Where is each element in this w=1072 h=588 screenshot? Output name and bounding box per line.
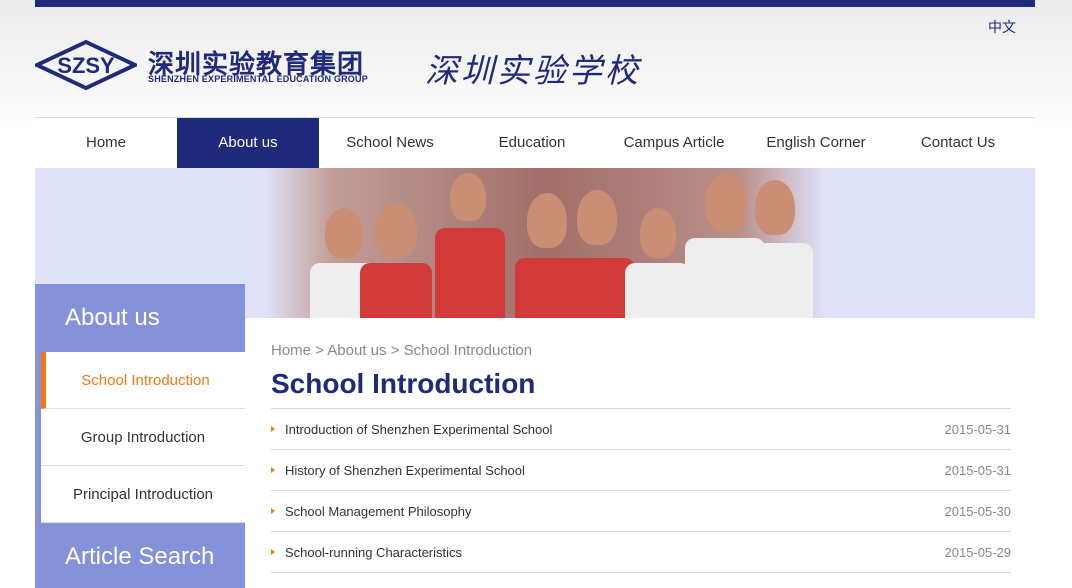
list-item[interactable]: School-running Characteristics 2015-05-2… xyxy=(271,532,1011,573)
main-navigation: Home About us School News Education Camp… xyxy=(35,117,1035,168)
sidebar-item-school-introduction[interactable]: School Introduction xyxy=(41,352,245,409)
article-date: 2015-05-31 xyxy=(944,462,1012,478)
language-switch-link[interactable]: 中文 xyxy=(988,17,1016,37)
article-search-heading: Article Search xyxy=(35,523,245,588)
nav-item-contact-us[interactable]: Contact Us xyxy=(887,118,1029,168)
breadcrumb-about-us[interactable]: About us xyxy=(327,342,386,359)
page-title: School Introduction xyxy=(271,368,536,399)
top-accent-bar xyxy=(35,0,1035,7)
article-title[interactable]: School-running Characteristics xyxy=(285,545,462,560)
sidebar-menu: School Introduction Group Introduction P… xyxy=(35,352,245,523)
list-item[interactable]: History of Shenzhen Experimental School … xyxy=(271,450,1011,491)
article-date: 2015-05-31 xyxy=(944,421,1012,437)
sidebar-item-group-introduction[interactable]: Group Introduction xyxy=(41,409,245,466)
nav-item-english-corner[interactable]: English Corner xyxy=(745,118,887,168)
list-item[interactable]: School Management Philosophy 2015-05-30 xyxy=(271,491,1011,532)
bullet-arrow-icon xyxy=(271,426,275,432)
students-photo xyxy=(265,168,825,318)
breadcrumb-separator: > xyxy=(390,342,400,359)
breadcrumb-home[interactable]: Home xyxy=(271,342,311,359)
nav-item-campus-article[interactable]: Campus Article xyxy=(603,118,745,168)
article-title[interactable]: School Management Philosophy xyxy=(285,504,471,519)
breadcrumb-separator: > xyxy=(315,342,324,359)
group-name-english: SHENZHEN EXPERIMENTAL EDUCATION GROUP xyxy=(148,74,368,84)
article-list: Introduction of Shenzhen Experimental Sc… xyxy=(271,408,1011,573)
logo-emblem-text: SZSY xyxy=(57,53,115,78)
bullet-arrow-icon xyxy=(271,549,275,555)
nav-item-school-news[interactable]: School News xyxy=(319,118,461,168)
article-title[interactable]: History of Shenzhen Experimental School xyxy=(285,463,525,478)
list-item[interactable]: Introduction of Shenzhen Experimental Sc… xyxy=(271,409,1011,450)
szsy-logo-icon[interactable]: SZSY xyxy=(35,40,137,90)
sidebar-item-principal-introduction[interactable]: Principal Introduction xyxy=(41,466,245,523)
breadcrumb: Home > About us > School Introduction xyxy=(271,342,532,359)
nav-item-about-us[interactable]: About us xyxy=(177,118,319,168)
sidebar-title: About us xyxy=(35,284,245,352)
school-calligraphy-logo: 深圳实验学校 xyxy=(425,51,641,90)
nav-item-home[interactable]: Home xyxy=(35,118,177,168)
article-date: 2015-05-29 xyxy=(944,544,1012,560)
article-date: 2015-05-30 xyxy=(944,503,1012,519)
bullet-arrow-icon xyxy=(271,508,275,514)
bullet-arrow-icon xyxy=(271,467,275,473)
article-title[interactable]: Introduction of Shenzhen Experimental Sc… xyxy=(285,422,552,437)
breadcrumb-current[interactable]: School Introduction xyxy=(404,342,532,359)
nav-item-education[interactable]: Education xyxy=(461,118,603,168)
